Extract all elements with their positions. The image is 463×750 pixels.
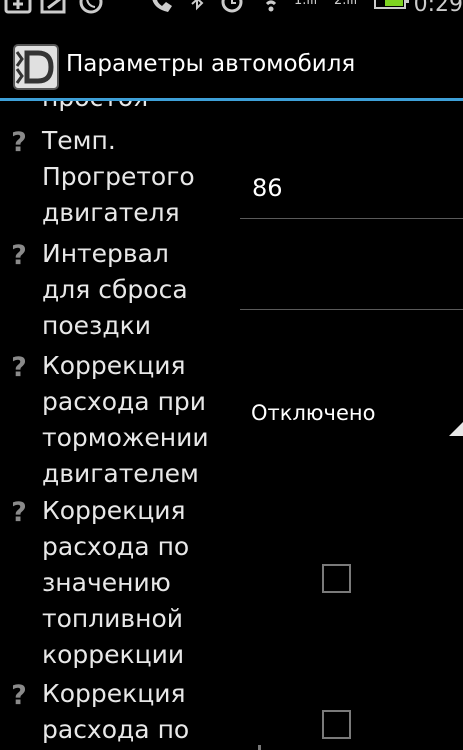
alarm-clock-icon [221,0,243,13]
signal-sim2-icon: 2.ıll [334,0,358,8]
scroll-indicator [258,745,261,750]
bluetooth-icon [191,0,204,11]
status-bar: 1.ıll 2.ıll 0:29 [0,0,463,24]
engine-braking-correction-spinner[interactable]: Отключено [240,388,463,448]
setting-label: Коррекция расхода при торможении двигате… [42,351,209,488]
setting-trip-reset-interval: ? Интервал для сброса поездки [0,236,463,342]
help-icon[interactable]: ? [8,242,30,270]
correction-by-checkbox[interactable] [322,710,351,739]
spinner-dropdown-icon [449,422,463,436]
battery-icon [374,0,409,9]
warm-engine-temp-input[interactable]: 86 [240,141,463,219]
add-notification-icon [4,0,32,14]
fuel-trim-correction-checkbox[interactable] [322,564,351,593]
phone-icon [152,0,172,12]
edit-notification-icon [40,0,66,14]
help-icon[interactable]: ? [8,129,30,157]
clock-time: 0:29 [413,0,463,17]
help-icon[interactable]: ? [8,354,30,382]
setting-fuel-trim-correction: ? Коррекция расхода по значению топливно… [0,493,463,673]
help-icon[interactable]: ? [8,499,30,527]
help-icon[interactable]: ? [8,682,30,710]
setting-correction-by: ? Коррекция расхода по [0,676,463,750]
page-title: Параметры автомобиля [66,51,356,77]
trip-reset-interval-input[interactable] [240,236,463,310]
warm-engine-temp-value: 86 [252,174,283,202]
setting-label: Темп. Прогретого двигателя [42,126,195,227]
setting-warm-engine-temp: ? Темп. Прогретого двигателя 86 [0,123,463,229]
settings-list[interactable]: простоя ? Темп. Прогретого двигателя 86 … [0,101,463,750]
wifi-icon [263,0,279,12]
clipped-setting-label: простоя [42,101,148,112]
spinner-selected-value: Отключено [251,401,376,425]
whatsapp-icon [79,0,103,14]
setting-label: Интервал для сброса поездки [42,239,188,340]
signal-sim1-icon: 1.ıll [294,0,318,8]
setting-label: Коррекция расхода по [42,679,190,744]
action-bar: Параметры автомобиля [0,36,463,98]
setting-label: Коррекция расхода по значению топливной … [42,496,190,669]
app-logo-icon[interactable] [13,44,59,90]
setting-engine-braking-correction: ? Коррекция расхода при торможении двига… [0,348,463,488]
